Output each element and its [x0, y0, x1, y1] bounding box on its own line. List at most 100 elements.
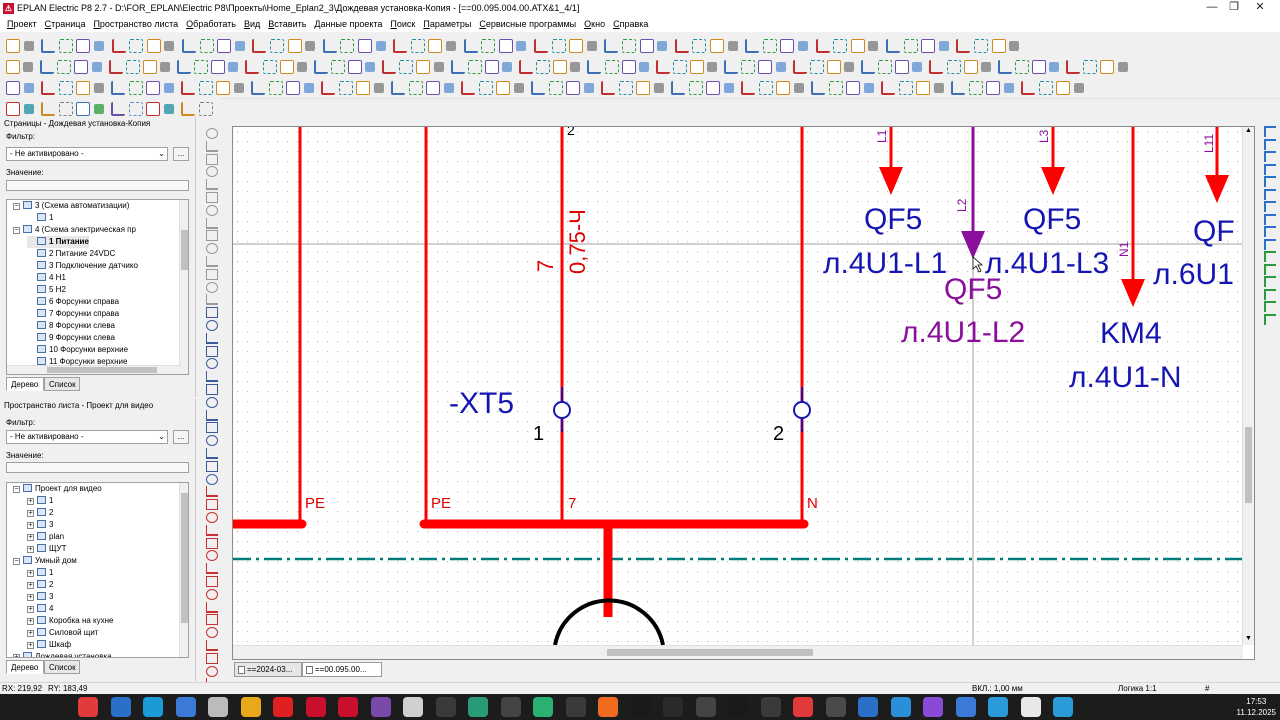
taskbar-app-icon[interactable]: [955, 697, 976, 717]
insert-tool-icon[interactable]: [206, 576, 218, 587]
connection-symbol-icon[interactable]: [1264, 188, 1276, 200]
toolbar-button-icon[interactable]: [916, 81, 930, 95]
toolbar-button-icon[interactable]: [164, 41, 175, 51]
ref-l1-device[interactable]: QF5: [864, 203, 922, 236]
tree-node[interactable]: 4 H1: [27, 272, 66, 284]
insert-tool-icon[interactable]: [206, 563, 218, 575]
toolbar-button-icon[interactable]: [163, 104, 174, 114]
toolbar-button-icon[interactable]: [57, 60, 72, 74]
schematic-canvas[interactable]: 2 7 0,75-Ч -XT5 1 2 PE PE 7 N L1 QF5 л.4…: [233, 127, 1243, 645]
taskbar-app-icon[interactable]: [923, 697, 943, 717]
toolbar-button-icon[interactable]: [159, 62, 170, 72]
insert-tool-icon[interactable]: [206, 614, 218, 626]
page-tab-2[interactable]: ==00.095.00...: [302, 662, 382, 677]
scroll-thumb[interactable]: [181, 493, 188, 623]
tree-node[interactable]: + Силовой щит: [27, 627, 98, 639]
insert-tool-icon[interactable]: [206, 396, 218, 408]
toolbar-button-icon[interactable]: [322, 39, 337, 53]
toolbar-button-icon[interactable]: [531, 81, 545, 95]
expand-icon[interactable]: +: [27, 570, 34, 577]
terminal-strip-name[interactable]: -XT5: [449, 387, 514, 420]
connection-symbol-icon[interactable]: [1264, 151, 1276, 162]
toolbar-button-icon[interactable]: [997, 60, 1012, 74]
connection-symbol-icon[interactable]: [1264, 251, 1276, 262]
insert-tool-icon[interactable]: [206, 652, 218, 664]
taskbar-app-icon[interactable]: [825, 697, 846, 717]
taskbar-app-icon[interactable]: [273, 697, 293, 717]
terminal-1-symbol[interactable]: [553, 401, 571, 419]
toolbar-button-icon[interactable]: [303, 83, 314, 93]
insert-tool-icon[interactable]: [206, 243, 218, 255]
taskbar-app-icon[interactable]: [305, 697, 326, 717]
expand-icon[interactable]: +: [13, 654, 20, 657]
toolbar-button-icon[interactable]: [177, 60, 191, 74]
toolbar-button-icon[interactable]: [233, 83, 244, 93]
toolbar-button-icon[interactable]: [163, 83, 174, 93]
insert-tool-icon[interactable]: [206, 550, 218, 562]
toolbar-button-icon[interactable]: [228, 62, 239, 72]
toolbar-button-icon[interactable]: [146, 81, 160, 95]
toolbar-button-icon[interactable]: [182, 39, 196, 53]
toolbar-button-icon[interactable]: [373, 83, 384, 93]
filter-more-button[interactable]: ...: [173, 147, 189, 161]
insert-tool-icon[interactable]: [206, 256, 218, 267]
toolbar-button-icon[interactable]: [262, 60, 277, 74]
toolbar-button-icon[interactable]: [672, 60, 687, 74]
taskbar-app-icon[interactable]: [728, 697, 748, 717]
menu-item[interactable]: Проект: [3, 19, 41, 29]
toolbar-button-icon[interactable]: [129, 39, 144, 53]
toolbar-button-icon[interactable]: [211, 60, 226, 74]
toolbar-button-icon[interactable]: [657, 41, 668, 51]
toolbar-button-icon[interactable]: [382, 60, 397, 74]
toolbar-button-icon[interactable]: [358, 39, 372, 53]
expand-icon[interactable]: +: [27, 642, 34, 649]
toolbar-button-icon[interactable]: [1032, 60, 1046, 74]
insert-tool-icon[interactable]: [206, 473, 218, 485]
scroll-thumb[interactable]: [1245, 427, 1252, 503]
toolbar-button-icon[interactable]: [513, 83, 524, 93]
toolbar-button-icon[interactable]: [338, 81, 353, 95]
taskbar-app-icon[interactable]: [533, 697, 553, 717]
toolbar-button-icon[interactable]: [128, 81, 143, 95]
insert-tool-icon[interactable]: [206, 230, 218, 242]
toolbar-button-icon[interactable]: [461, 81, 475, 95]
toolbar-button-icon[interactable]: [467, 60, 482, 74]
taskbar-app-icon[interactable]: [695, 697, 716, 717]
toolbar-button-icon[interactable]: [481, 39, 496, 53]
toolbar-button-icon[interactable]: [23, 62, 34, 72]
toolbar-button-icon[interactable]: [146, 39, 161, 53]
toolbar-button-icon[interactable]: [570, 62, 581, 72]
toolbar-button-icon[interactable]: [356, 81, 370, 95]
toolbar-button-icon[interactable]: [951, 81, 965, 95]
toolbar-button-icon[interactable]: [741, 60, 756, 74]
ref-l2-target[interactable]: л.4U1-L2: [901, 316, 1025, 349]
tree-node[interactable]: + Шкаф: [27, 639, 71, 651]
menu-item[interactable]: Страница: [41, 19, 90, 29]
tree-node[interactable]: − 3 (Схема автоматизации): [13, 200, 129, 212]
toolbar-button-icon[interactable]: [463, 39, 478, 53]
toolbar-button-icon[interactable]: [217, 39, 232, 53]
pages-tree-scrollbar[interactable]: [179, 200, 188, 374]
insert-tool-icon[interactable]: [206, 128, 218, 139]
collapse-icon[interactable]: −: [13, 486, 20, 493]
taskbar-app-icon[interactable]: [403, 697, 423, 717]
tree-node[interactable]: + plan: [27, 531, 64, 543]
tab-tree[interactable]: Дерево: [6, 377, 44, 391]
tree-node[interactable]: − Проект для видео: [13, 483, 102, 495]
taskbar-app-icon[interactable]: [663, 697, 683, 717]
insert-tool-icon[interactable]: [206, 588, 218, 600]
tree-node[interactable]: 2 Питание 24VDC: [27, 248, 115, 260]
toolbar-button-icon[interactable]: [313, 60, 328, 74]
tab-list[interactable]: Список: [44, 377, 80, 391]
insert-tool-icon[interactable]: [206, 537, 218, 549]
toolbar-button-icon[interactable]: [40, 60, 55, 74]
filter-select[interactable]: - Не активировано - ⌄: [6, 430, 168, 444]
toolbar-button-icon[interactable]: [408, 81, 423, 95]
toolbar-button-icon[interactable]: [601, 81, 615, 95]
insert-tool-icon[interactable]: [206, 153, 218, 165]
collapse-icon[interactable]: −: [13, 227, 20, 234]
toolbar-button-icon[interactable]: [811, 81, 825, 95]
toolbar-button-icon[interactable]: [348, 60, 362, 74]
toolbar-button-icon[interactable]: [1066, 60, 1081, 74]
toolbar-button-icon[interactable]: [933, 83, 944, 93]
